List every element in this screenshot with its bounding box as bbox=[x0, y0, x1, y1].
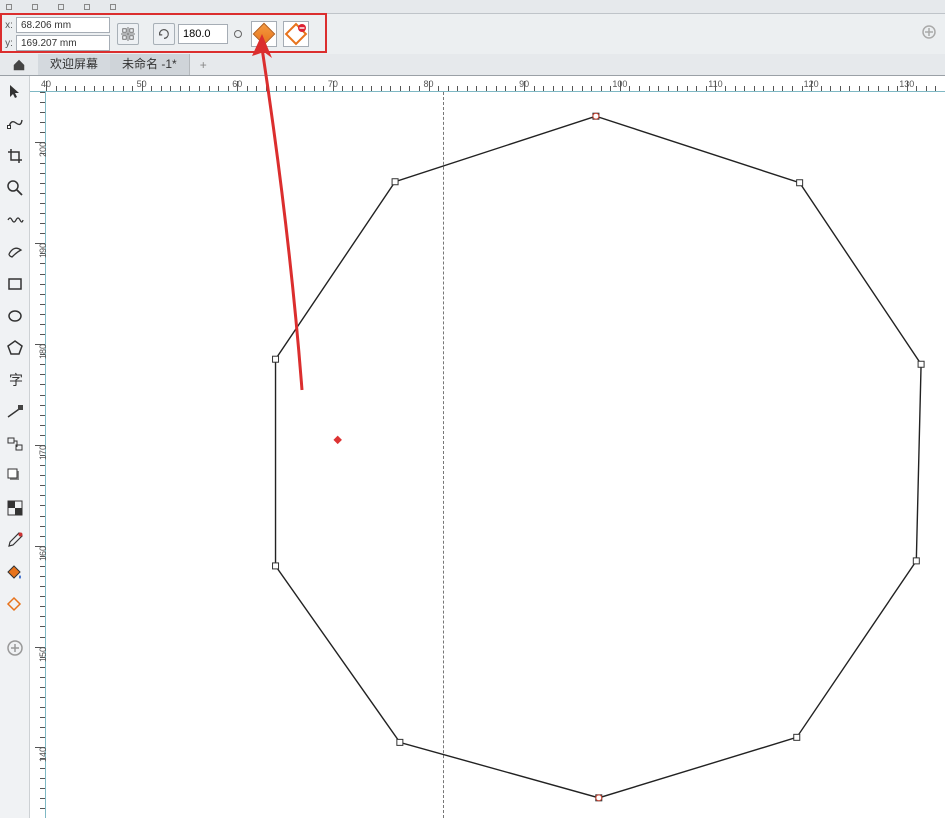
rectangle-tool[interactable] bbox=[3, 272, 27, 296]
polygon-tool[interactable] bbox=[3, 336, 27, 360]
zoom-tool[interactable] bbox=[3, 176, 27, 200]
new-tab-button[interactable]: + bbox=[190, 55, 217, 75]
shape-node[interactable] bbox=[913, 558, 919, 564]
property-bar: x: y: bbox=[0, 14, 945, 54]
eyedropper-tool[interactable] bbox=[3, 528, 27, 552]
svg-text:字: 字 bbox=[9, 373, 23, 389]
center-marker[interactable] bbox=[333, 436, 341, 444]
node-style-filled-button[interactable] bbox=[251, 21, 277, 47]
origin-anchor-button[interactable] bbox=[117, 23, 139, 45]
shape-tool[interactable] bbox=[3, 112, 27, 136]
document-tabs: 欢迎屏幕 未命名 -1* + bbox=[0, 54, 945, 76]
dimension-tool[interactable] bbox=[3, 400, 27, 424]
document-tab[interactable]: 未命名 -1* bbox=[110, 52, 190, 75]
shape-node[interactable] bbox=[794, 734, 800, 740]
canvas-area[interactable]: 405060708090100110120130 140150160170180… bbox=[30, 76, 945, 818]
overflow-icon[interactable] bbox=[921, 24, 937, 43]
connector-tool[interactable] bbox=[3, 432, 27, 456]
workspace: 字 405060708090100110120130 1401501601701… bbox=[0, 76, 945, 818]
menu-bar bbox=[0, 0, 945, 14]
artistic-media-tool[interactable] bbox=[3, 240, 27, 264]
smart-fill-tool[interactable] bbox=[3, 592, 27, 616]
polygon-shape[interactable] bbox=[46, 92, 945, 818]
x-label: x: bbox=[4, 20, 14, 31]
y-coordinate-input[interactable] bbox=[16, 35, 110, 51]
shape-node[interactable] bbox=[273, 356, 279, 362]
vertical-ruler[interactable]: 140150160170180190200 bbox=[30, 92, 46, 818]
rotation-angle-input[interactable] bbox=[178, 24, 228, 44]
transparency-tool[interactable] bbox=[3, 496, 27, 520]
crop-tool[interactable] bbox=[3, 144, 27, 168]
shape-node[interactable] bbox=[392, 179, 398, 185]
text-tool[interactable]: 字 bbox=[3, 368, 27, 392]
drop-shadow-tool[interactable] bbox=[3, 464, 27, 488]
home-tab-icon[interactable] bbox=[0, 55, 38, 75]
customize-toolbox-button[interactable] bbox=[3, 636, 27, 660]
toolbox: 字 bbox=[0, 76, 30, 818]
shape-node[interactable] bbox=[918, 361, 924, 367]
interactive-fill-tool[interactable] bbox=[3, 560, 27, 584]
x-coordinate-input[interactable] bbox=[16, 17, 110, 33]
pick-tool[interactable] bbox=[3, 80, 27, 104]
shape-node[interactable] bbox=[797, 180, 803, 186]
shape-node[interactable] bbox=[273, 563, 279, 569]
degree-icon bbox=[234, 30, 242, 38]
welcome-screen-tab[interactable]: 欢迎屏幕 bbox=[38, 52, 110, 75]
freehand-tool[interactable] bbox=[3, 208, 27, 232]
shape-node[interactable] bbox=[397, 739, 403, 745]
drawing-canvas[interactable] bbox=[46, 92, 945, 818]
y-label: y: bbox=[4, 38, 14, 49]
node-style-outline-button[interactable] bbox=[283, 21, 309, 47]
rotation-icon[interactable] bbox=[153, 23, 175, 45]
horizontal-ruler[interactable]: 405060708090100110120130 bbox=[30, 76, 945, 92]
ellipse-tool[interactable] bbox=[3, 304, 27, 328]
coordinate-inputs: x: y: bbox=[0, 15, 114, 53]
